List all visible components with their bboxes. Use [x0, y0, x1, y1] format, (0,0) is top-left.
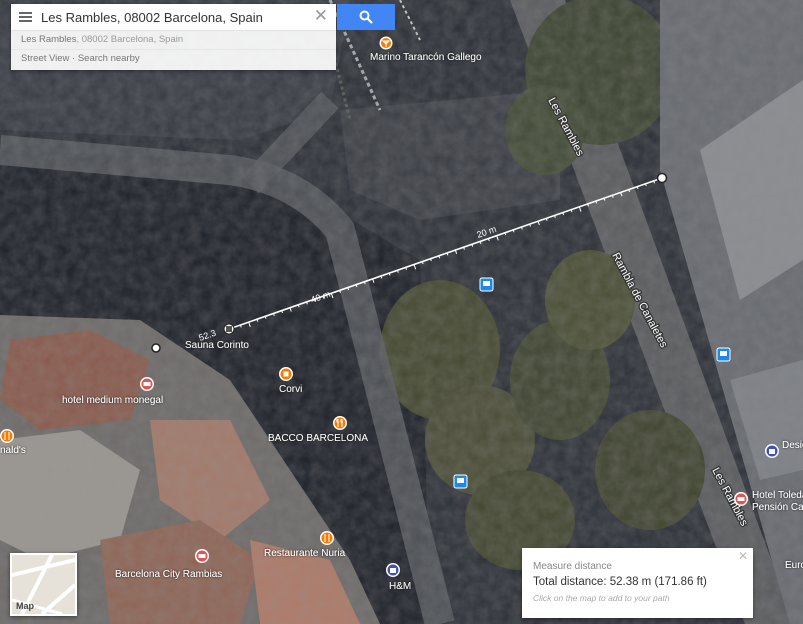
- measure-hint: Click on the map to add to your path: [533, 593, 670, 603]
- place-label-euro[interactable]: Euro: [785, 560, 803, 571]
- shopping-icon[interactable]: [765, 444, 779, 458]
- place-label-bacco-barcelona[interactable]: BACCO BARCELONA: [268, 433, 368, 444]
- satellite-map[interactable]: Les Rambles Rambla de Canaletes Les Ramb…: [0, 0, 803, 624]
- place-label-barcelona-city-rambias[interactable]: Barcelona City Rambias: [115, 569, 222, 580]
- place-label-hm[interactable]: H&M: [389, 581, 411, 592]
- search-input[interactable]: [41, 7, 309, 27]
- map-type-toggle[interactable]: Map: [10, 553, 77, 616]
- place-label-desig[interactable]: Desig: [782, 440, 803, 451]
- search-box[interactable]: ✕: [11, 4, 336, 30]
- bar-icon[interactable]: [379, 36, 393, 50]
- measure-title: Measure distance: [533, 561, 612, 572]
- suggestion-rest: , 08002 Barcelona, Spain: [76, 34, 184, 45]
- shop-icon[interactable]: [279, 367, 293, 381]
- place-label-hotel-toleda[interactable]: Hotel Toleda: [752, 490, 803, 501]
- restaurant-icon[interactable]: [320, 531, 334, 545]
- suggestion-actions[interactable]: Street View · Search nearby: [21, 53, 140, 64]
- place-label-hotel-medium-monegal[interactable]: hotel medium monegal: [62, 395, 163, 406]
- place-label-corvi[interactable]: Corvi: [279, 384, 302, 395]
- hotel-icon[interactable]: [140, 377, 154, 391]
- search-button[interactable]: [337, 4, 395, 30]
- place-label-sauna-corinto[interactable]: Sauna Corinto: [185, 340, 249, 351]
- map-type-label: Map: [16, 601, 34, 611]
- close-icon[interactable]: ✕: [738, 549, 748, 563]
- bus-stop-icon[interactable]: [479, 277, 494, 292]
- close-icon[interactable]: ✕: [314, 8, 328, 25]
- suggestion-address[interactable]: Les Rambles, 08002 Barcelona, Spain: [21, 34, 183, 45]
- shopping-icon[interactable]: [386, 563, 400, 577]
- place-label-nalds[interactable]: nald's: [0, 445, 26, 456]
- measure-distance-panel: ✕ Measure distance Total distance: 52.38…: [522, 548, 753, 618]
- search-icon: [359, 10, 373, 24]
- divider: [11, 49, 336, 50]
- bus-stop-icon[interactable]: [453, 474, 468, 489]
- place-label-marino[interactable]: Marino Tarancón Gallego: [370, 52, 482, 63]
- place-label-pension-cap[interactable]: Pensión Cap: [752, 502, 803, 513]
- hotel-icon[interactable]: [195, 549, 209, 563]
- hotel-icon[interactable]: [734, 492, 748, 506]
- suggestion-main: Les Rambles: [21, 34, 77, 45]
- measure-point-end[interactable]: [656, 172, 668, 184]
- measure-total-distance: Total distance: 52.38 m (171.86 ft): [533, 576, 707, 588]
- place-marker-dot[interactable]: [151, 343, 161, 353]
- menu-icon[interactable]: [19, 12, 32, 22]
- search-suggestions: Les Rambles, 08002 Barcelona, Spain Stre…: [11, 30, 336, 70]
- restaurant-icon[interactable]: [333, 416, 347, 430]
- bus-stop-icon[interactable]: [716, 347, 731, 362]
- place-label-restaurante-nuria[interactable]: Restaurante Nuria: [264, 548, 346, 559]
- restaurant-icon[interactable]: [0, 429, 14, 443]
